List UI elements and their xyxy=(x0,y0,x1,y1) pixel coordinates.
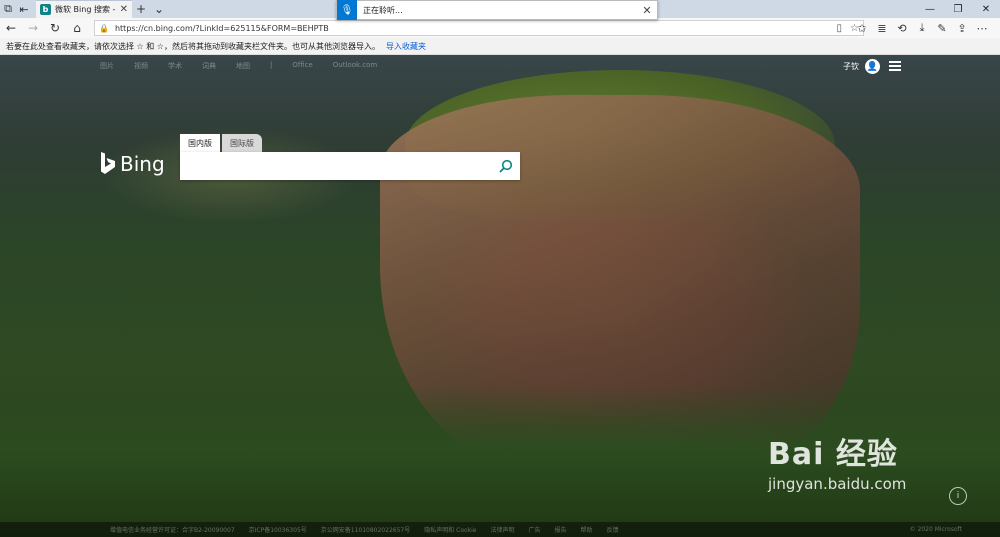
new-tab-button[interactable]: + xyxy=(132,0,150,18)
watermark-url: jingyan.baidu.com xyxy=(768,475,907,493)
footer-legal[interactable]: 法律声明 xyxy=(491,525,515,534)
bing-top-nav: 图片 视频 学术 词典 地图 | Office Outlook.com xyxy=(100,61,397,71)
bing-favicon-icon: b xyxy=(40,4,51,15)
close-button[interactable]: ✕ xyxy=(972,0,1000,18)
nav-academic[interactable]: 学术 xyxy=(168,61,182,71)
tab-title: 微软 Bing 搜索 - 国内版 xyxy=(55,5,116,14)
import-favorites-link[interactable]: 导入收藏夹 xyxy=(386,41,426,52)
nav-images[interactable]: 图片 xyxy=(100,61,114,71)
tab-domestic[interactable]: 国内版 xyxy=(180,134,220,152)
search-input[interactable] xyxy=(180,153,492,179)
toolbar-right: ✩ ≣ ⟲ ⤓ ✎ ⇪ ⋯ xyxy=(852,18,992,38)
voice-status-text: 正在聆听... xyxy=(363,5,403,15)
footer-help[interactable]: 帮助 xyxy=(581,525,593,534)
reading-view-icon[interactable]: ▯ xyxy=(837,23,843,34)
tab-actions-icon[interactable]: ⧉ xyxy=(0,0,16,18)
image-info-icon[interactable]: i xyxy=(949,487,967,505)
nav-maps[interactable]: 地图 xyxy=(236,61,250,71)
lock-icon[interactable]: 🔒 xyxy=(99,24,109,33)
footer-report[interactable]: 报告 xyxy=(555,525,567,534)
nav-videos[interactable]: 视频 xyxy=(134,61,148,71)
history-icon[interactable]: ⟲ xyxy=(892,18,912,38)
avatar-icon[interactable]: 👤 xyxy=(865,59,880,74)
download-icon[interactable]: ⤓ xyxy=(912,18,932,38)
maximize-button[interactable]: ❐ xyxy=(944,0,972,18)
pen-icon[interactable]: ✎ xyxy=(932,18,952,38)
tab-bing[interactable]: b 微软 Bing 搜索 - 国内版 ✕ xyxy=(36,0,132,18)
footer-privacy[interactable]: 隐私声明和 Cookie xyxy=(424,525,476,534)
forward-button[interactable]: → xyxy=(22,18,44,38)
voice-close-icon[interactable]: ✕ xyxy=(637,4,657,17)
baidu-jingyan-watermark: Bai 经验 jingyan.baidu.com xyxy=(768,429,906,493)
nav-dictionary[interactable]: 词典 xyxy=(202,61,216,71)
favorites-message: 若要在此处查看收藏夹，请依次选择 ☆ 和 ☆，然后将其拖动到收藏夹栏文件夹。也可… xyxy=(6,41,380,51)
user-name[interactable]: 子钦 xyxy=(843,61,859,72)
reading-list-icon[interactable]: ≣ xyxy=(872,18,892,38)
home-button[interactable]: ⌂ xyxy=(66,18,88,38)
bing-footer: 增值电信业务经营许可证：合字B2-20090007 京ICP备10036305号… xyxy=(0,522,1000,537)
bing-b-icon xyxy=(101,152,115,174)
bing-homepage: 图片 视频 学术 词典 地图 | Office Outlook.com 子钦 👤… xyxy=(0,55,1000,537)
user-account[interactable]: 子钦 👤 xyxy=(843,59,880,74)
window-controls: — ❐ ✕ xyxy=(916,0,1000,18)
browser-toolbar: ← → ↻ ⌂ 🔒 https://cn.bing.com/?LinkId=62… xyxy=(0,18,1000,38)
bing-logo[interactable]: Bing xyxy=(100,152,165,176)
back-tabs-icon[interactable]: ⇤ xyxy=(16,0,32,18)
tab-list-chevron-icon[interactable]: ⌄ xyxy=(150,0,168,18)
minimize-button[interactable]: — xyxy=(916,0,944,18)
back-button[interactable]: ← xyxy=(0,18,22,38)
tab-international[interactable]: 国际版 xyxy=(222,134,262,152)
footer-police[interactable]: 京公网安备11010802022657号 xyxy=(321,525,410,534)
address-bar[interactable]: 🔒 https://cn.bing.com/?LinkId=625115&FOR… xyxy=(94,20,864,36)
footer-license[interactable]: 增值电信业务经营许可证：合字B2-20090007 xyxy=(110,525,235,534)
search-icon[interactable] xyxy=(492,152,520,180)
footer-ads[interactable]: 广告 xyxy=(529,525,541,534)
search-region-tabs: 国内版 国际版 xyxy=(180,134,262,152)
microphone-icon[interactable]: 🎙 xyxy=(337,0,357,20)
voice-listening-popup: 🎙 正在聆听... ✕ xyxy=(336,0,658,20)
more-icon[interactable]: ⋯ xyxy=(972,18,992,38)
search-box xyxy=(180,152,520,180)
footer-icp[interactable]: 京ICP备10036305号 xyxy=(249,525,307,534)
share-icon[interactable]: ⇪ xyxy=(952,18,972,38)
footer-copyright: © 2020 Microsoft xyxy=(909,526,962,533)
footer-feedback[interactable]: 反馈 xyxy=(607,525,619,534)
nav-outlook[interactable]: Outlook.com xyxy=(333,61,377,71)
nav-divider: | xyxy=(270,61,273,69)
favorites-prompt-bar: 若要在此处查看收藏夹，请依次选择 ☆ 和 ☆，然后将其拖动到收藏夹栏文件夹。也可… xyxy=(0,38,1000,55)
bing-logo-text: Bing xyxy=(120,152,165,176)
nav-office[interactable]: Office xyxy=(292,61,312,71)
tab-close-icon[interactable]: ✕ xyxy=(120,4,128,15)
url-text[interactable]: https://cn.bing.com/?LinkId=625115&FORM=… xyxy=(115,24,829,33)
refresh-button[interactable]: ↻ xyxy=(44,18,66,38)
watermark-main: Bai 经验 xyxy=(768,437,898,472)
favorites-icon[interactable]: ✩ xyxy=(852,18,872,38)
hamburger-menu-icon[interactable] xyxy=(889,61,901,71)
